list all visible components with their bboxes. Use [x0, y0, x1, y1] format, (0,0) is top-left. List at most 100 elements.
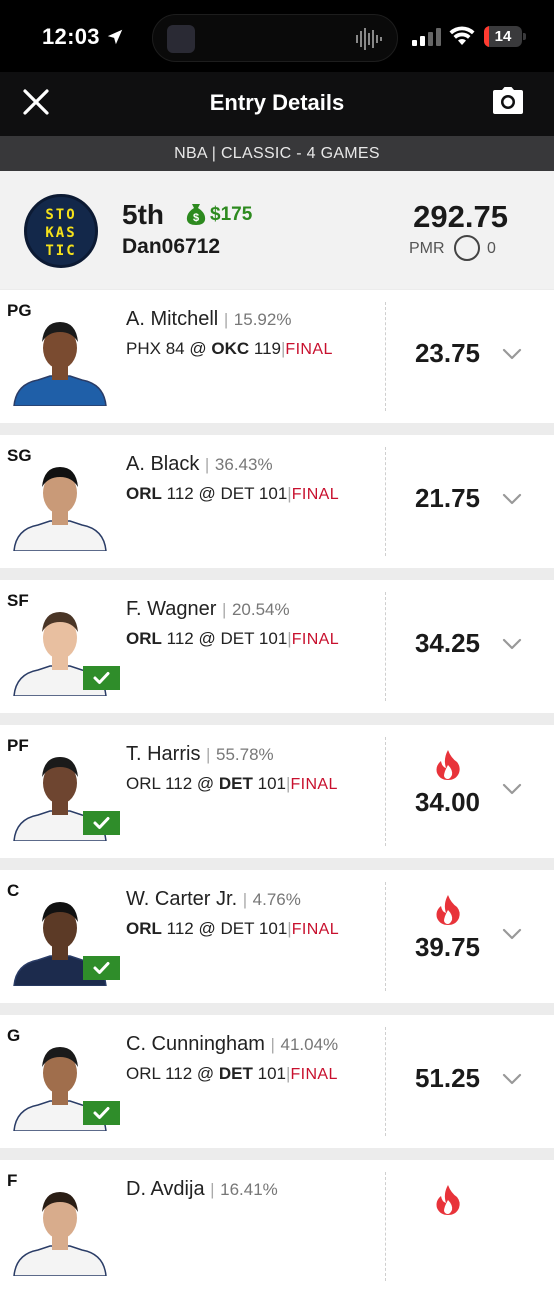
logo-line-1: STO — [45, 207, 77, 223]
game-line: ORL 112 @ DET 101|FINAL — [126, 484, 339, 504]
game-line: ORL 112 @ DET 101|FINAL — [126, 919, 339, 939]
game-line: ORL 112 @ DET 101|FINAL — [126, 774, 338, 794]
at-symbol: @ — [198, 629, 216, 648]
logo-line-2: KAS — [45, 225, 77, 241]
column-divider — [385, 882, 386, 991]
player-name[interactable]: A. Black — [126, 453, 199, 475]
prize-amount: $175 — [210, 204, 253, 225]
player-name[interactable]: W. Carter Jr. — [126, 888, 237, 910]
away-team: ORL — [126, 774, 161, 793]
game-status: FINAL — [291, 486, 340, 503]
money-bag-icon: $ — [186, 204, 206, 225]
camera-icon[interactable] — [492, 86, 524, 116]
player-headshot — [13, 322, 107, 406]
home-team: DET — [218, 774, 253, 793]
home-score: 119 — [253, 339, 281, 358]
nav-bar: Entry Details — [0, 72, 554, 136]
column-divider — [385, 302, 386, 411]
player-name[interactable]: D. Avdija — [126, 1178, 205, 1200]
fantasy-points: 34.00 — [414, 787, 481, 817]
chevron-down-icon[interactable] — [502, 637, 522, 651]
audio-waveform-icon — [356, 28, 382, 50]
cellular-signal-icon — [412, 28, 441, 46]
column-divider — [385, 592, 386, 701]
player-row[interactable]: PG A. Mitchell | 15.92% PHX 84 @ OKC 119|F… — [0, 290, 554, 423]
away-score: 112 — [165, 774, 193, 793]
player-row[interactable]: G C. Cunningham | 41.04% ORL 112 @ DET 101… — [0, 1015, 554, 1148]
ownership-separator: | — [242, 890, 248, 909]
battery-level: 14 — [494, 28, 512, 45]
entry-rank: 5th — [122, 199, 164, 230]
check-badge — [83, 956, 120, 980]
home-team: DET — [220, 919, 255, 938]
ownership-pct: 16.41% — [220, 1180, 278, 1199]
fantasy-points: 39.75 — [414, 932, 481, 962]
player-name-line: T. Harris | 55.78% — [126, 743, 274, 766]
status-time: 12:03 — [42, 24, 100, 49]
ownership-separator: | — [204, 455, 210, 474]
home-team: DET — [220, 484, 255, 503]
ownership-separator: | — [221, 600, 227, 619]
chevron-down-icon[interactable] — [502, 492, 522, 506]
flame-icon — [436, 1185, 460, 1215]
ownership-pct: 55.78% — [216, 745, 274, 764]
player-name[interactable]: A. Mitchell — [126, 308, 218, 330]
home-team: DET — [220, 629, 255, 648]
flame-icon — [436, 750, 460, 780]
game-status: FINAL — [285, 341, 333, 358]
player-row[interactable]: F D. Avdija | 16.41% — [0, 1160, 554, 1293]
away-score: 112 — [166, 484, 194, 503]
home-score: 101 — [258, 629, 288, 648]
flame-icon — [436, 895, 460, 925]
chevron-down-icon[interactable] — [502, 347, 522, 361]
player-name[interactable]: F. Wagner — [126, 598, 216, 620]
game-status: FINAL — [291, 631, 340, 648]
game-line: ORL 112 @ DET 101|FINAL — [126, 629, 339, 649]
game-status: FINAL — [291, 921, 340, 938]
player-name-line: W. Carter Jr. | 4.76% — [126, 888, 301, 911]
column-divider — [385, 737, 386, 846]
chevron-down-icon[interactable] — [502, 1072, 522, 1086]
player-name[interactable]: C. Cunningham — [126, 1033, 265, 1055]
game-line: ORL 112 @ DET 101|FINAL — [126, 1064, 338, 1084]
player-row[interactable]: PF T. Harris | 55.78% ORL 112 @ DET 101|FI… — [0, 725, 554, 858]
away-team: ORL — [126, 919, 162, 938]
at-symbol: @ — [198, 484, 216, 503]
player-row[interactable]: SF F. Wagner | 20.54% ORL 112 @ DET 101|FI… — [0, 580, 554, 713]
battery-nub — [523, 33, 526, 40]
ownership-pct: 41.04% — [280, 1035, 339, 1054]
home-score: 101 — [257, 774, 287, 793]
chevron-down-icon[interactable] — [502, 927, 522, 941]
player-name-line: D. Avdija | 16.41% — [126, 1178, 278, 1201]
logo-line-3: TIC — [45, 243, 77, 259]
ownership-pct: 15.92% — [233, 310, 292, 329]
at-symbol: @ — [189, 339, 207, 358]
away-team: ORL — [126, 629, 162, 648]
game-line: PHX 84 @ OKC 119|FINAL — [126, 339, 333, 359]
ownership-separator: | — [206, 745, 211, 764]
game-status: FINAL — [290, 1066, 338, 1083]
pmr-label: PMR — [409, 240, 445, 257]
player-name-line: A. Mitchell | 15.92% — [126, 308, 291, 331]
fantasy-points: 23.75 — [414, 338, 481, 368]
player-row[interactable]: SG A. Black | 36.43% ORL 112 @ DET 101|FIN… — [0, 435, 554, 568]
checkmark-icon — [93, 672, 110, 684]
away-team: ORL — [126, 1064, 161, 1083]
home-team: DET — [218, 1064, 253, 1083]
check-badge — [83, 811, 120, 835]
home-score: 101 — [257, 1064, 287, 1083]
away-score: 112 — [166, 629, 194, 648]
player-name[interactable]: T. Harris — [126, 743, 200, 765]
total-points: 292.75 — [413, 199, 508, 234]
username: Dan06712 — [122, 235, 221, 258]
player-name-line: F. Wagner | 20.54% — [126, 598, 290, 621]
at-symbol: @ — [196, 1064, 215, 1083]
chevron-down-icon[interactable] — [502, 782, 522, 796]
page-title: Entry Details — [209, 90, 345, 115]
home-score: 101 — [258, 919, 288, 938]
away-score: 112 — [165, 1064, 193, 1083]
player-row[interactable]: C W. Carter Jr. | 4.76% ORL 112 @ DET 101|… — [0, 870, 554, 1003]
dynamic-island — [152, 14, 398, 62]
album-art-icon — [167, 25, 195, 53]
checkmark-icon — [93, 1107, 110, 1119]
